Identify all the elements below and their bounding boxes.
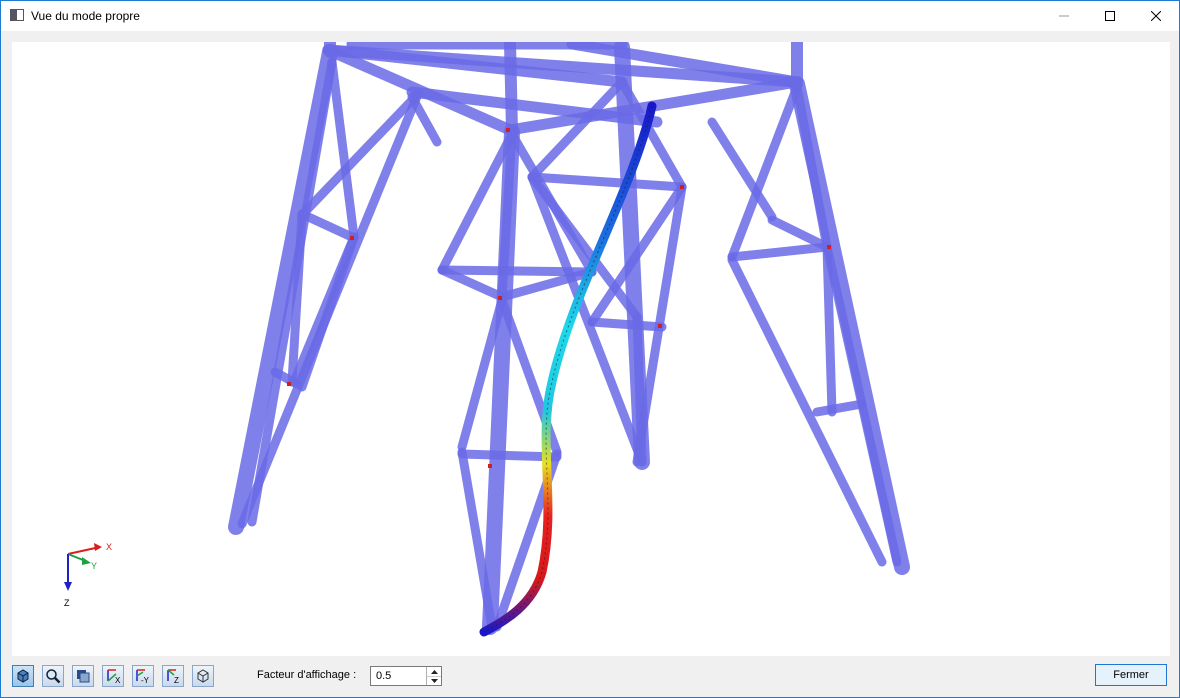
spin-arrows (426, 667, 441, 685)
x-axis-label: X (106, 542, 112, 552)
eigenmode-window: Vue du mode propre X Y Z X -Y Z Facteur … (0, 0, 1180, 698)
maximize-button[interactable] (1087, 1, 1133, 31)
tower-model-graphic: X Y Z (64, 42, 910, 637)
zoom-icon (46, 669, 61, 684)
view-neg-y-icon: -Y (136, 669, 150, 684)
minimize-icon (1059, 15, 1069, 17)
render-mode-icon (77, 670, 90, 683)
close-window-button[interactable] (1133, 1, 1179, 31)
axes-triad: X Y Z (64, 542, 112, 608)
display-factor-value[interactable]: 0.5 (376, 670, 391, 682)
render-mode-button[interactable] (72, 665, 94, 687)
svg-text:-Y: -Y (141, 676, 150, 684)
minimize-button[interactable] (1041, 1, 1087, 31)
view-x-icon: X (107, 669, 121, 684)
view-neg-y-button[interactable]: -Y (132, 665, 154, 687)
display-factor-label: Facteur d'affichage : (257, 669, 357, 681)
svg-text:Z: Z (174, 676, 179, 684)
svg-text:X: X (115, 676, 121, 684)
spin-down-button[interactable] (427, 676, 441, 685)
isometric-view-button[interactable] (192, 665, 214, 687)
window-title: Vue du mode propre (31, 9, 140, 23)
close-button[interactable]: Fermer (1095, 664, 1167, 686)
app-window-icon (10, 9, 24, 21)
maximize-icon (1105, 11, 1115, 21)
display-factor-spinbox[interactable]: 0.5 (370, 666, 442, 686)
close-icon (1151, 11, 1161, 21)
view-x-button[interactable]: X (102, 665, 124, 687)
y-axis-label: Y (91, 561, 97, 571)
view-z-button[interactable]: Z (162, 665, 184, 687)
isometric-view-icon (197, 669, 209, 683)
z-axis-label: Z (64, 598, 70, 608)
title-bar: Vue du mode propre (1, 1, 1179, 31)
view-mode-icon (17, 669, 29, 683)
arrow-down-icon (430, 678, 438, 683)
view-mode-button[interactable] (12, 665, 34, 687)
zoom-button[interactable] (42, 665, 64, 687)
arrow-up-icon (430, 669, 438, 674)
view-z-icon: Z (167, 669, 179, 684)
bottom-toolbar: X -Y Z Facteur d'affichage: 0.5 Fermer (1, 661, 1179, 697)
model-viewport[interactable]: X Y Z (12, 42, 1170, 656)
